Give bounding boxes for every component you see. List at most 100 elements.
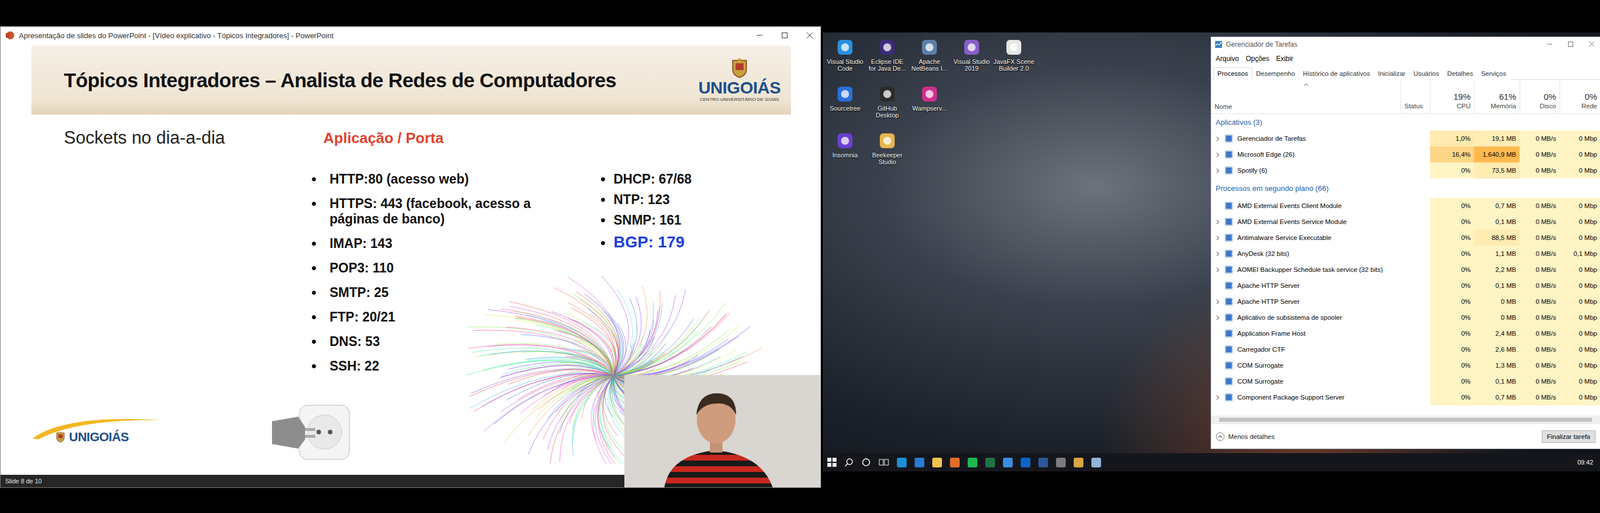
- desktop-icon[interactable]: Beekeeper Studio: [866, 131, 909, 179]
- process-row[interactable]: AOMEI Backupper Schedule task service (3…: [1211, 261, 1600, 278]
- port-item: HTTPS: 443 (facebook, acesso a páginas d…: [311, 196, 601, 227]
- chevron-right-icon[interactable]: [1215, 267, 1221, 273]
- taskbar-app-icon[interactable]: [985, 457, 996, 468]
- status-cell: [1400, 277, 1431, 294]
- taskbar-app-icon[interactable]: [967, 457, 978, 468]
- horizontal-scrollbar[interactable]: [1211, 415, 1600, 424]
- end-task-button[interactable]: Finalizar tarefa: [1541, 430, 1596, 444]
- taskbar-app-icon[interactable]: [932, 457, 942, 468]
- taskbar-app-icon[interactable]: [1038, 457, 1049, 468]
- status-cell: [1400, 229, 1431, 246]
- cpu-cell: 0%: [1430, 277, 1474, 294]
- cortana-icon[interactable]: [861, 457, 871, 467]
- ports-list: HTTP:80 (acesso web)HTTPS: 443 (facebook…: [308, 171, 601, 375]
- process-row[interactable]: Apache HTTP Server0%0,1 MB0 MB/s0 Mbp: [1211, 277, 1600, 294]
- disk-cell: 0 MB/s: [1519, 309, 1560, 326]
- tm-tab[interactable]: Serviços: [1476, 67, 1510, 80]
- tm-tab[interactable]: Histórico de aplicativos: [1298, 67, 1375, 80]
- column-header[interactable]: Nome: [1211, 79, 1401, 114]
- taskbar-app-icon[interactable]: [949, 457, 960, 468]
- windows-start-icon[interactable]: [827, 457, 837, 467]
- taskbar-app-icon[interactable]: [1056, 457, 1066, 468]
- desktop-icon[interactable]: GitHub Desktop: [866, 84, 909, 132]
- port-item: NTP: 123: [600, 192, 773, 208]
- menu-item[interactable]: Opções: [1245, 54, 1270, 63]
- desktop-icon[interactable]: Sourcetree: [823, 84, 867, 132]
- process-icon: [1224, 313, 1233, 322]
- process-row[interactable]: Component Package Support Server0%0,7 MB…: [1211, 389, 1600, 406]
- minimize-icon[interactable]: [756, 32, 763, 39]
- column-total: 0%: [1584, 91, 1598, 103]
- process-row[interactable]: Carregador CTF0%2,6 MB0 MB/s0 Mbp: [1211, 341, 1600, 358]
- close-icon[interactable]: [1589, 41, 1595, 47]
- status-cell: [1400, 373, 1431, 390]
- tm-title-bar: Gerenciador de Tarefas: [1211, 37, 1600, 52]
- process-row[interactable]: AMD External Events Service Module0%0,1 …: [1211, 213, 1600, 230]
- tm-tab[interactable]: Detalhes: [1443, 67, 1477, 80]
- desktop-icon[interactable]: Insomnia: [823, 131, 867, 179]
- tm-tab[interactable]: Desempenho: [1252, 67, 1299, 80]
- taskbar-app-icon[interactable]: [1002, 457, 1013, 468]
- process-row[interactable]: Gerenciador de Tarefas1,0%19,1 MB0 MB/s0…: [1211, 130, 1600, 147]
- desktop-icon[interactable]: Visual Studio Code: [823, 38, 867, 85]
- maximize-icon[interactable]: [781, 32, 788, 39]
- process-row[interactable]: Antimalware Service Executable0%88,5 MB0…: [1211, 229, 1600, 246]
- taskbar-app-icon[interactable]: [1073, 457, 1084, 468]
- process-row[interactable]: COM Surrogate0%1,3 MB0 MB/s0 Mbp: [1211, 357, 1600, 374]
- desktop-icon[interactable]: Apache NetBeans I...: [908, 38, 951, 85]
- cpu-cell: 0%: [1430, 245, 1474, 262]
- tm-tab[interactable]: Inicializar: [1374, 67, 1410, 80]
- taskbar-app-icon[interactable]: [896, 457, 907, 468]
- minimize-icon[interactable]: [1546, 41, 1553, 47]
- taskbar-app-icon[interactable]: [1020, 457, 1031, 468]
- menu-item[interactable]: Arquivo: [1215, 54, 1240, 63]
- cpu-cell: 0%: [1430, 229, 1474, 246]
- tm-footer: Menos detalhes Finalizar tarefa: [1211, 423, 1600, 449]
- tm-tab[interactable]: Usuários: [1409, 67, 1444, 80]
- desktop-icon[interactable]: Wampserv...: [908, 84, 951, 132]
- memory-cell: 2,4 MB: [1473, 325, 1520, 342]
- chevron-right-icon[interactable]: [1215, 251, 1221, 257]
- chevron-right-icon[interactable]: [1215, 235, 1221, 241]
- tm-tab[interactable]: Processos: [1213, 67, 1253, 80]
- process-name: Component Package Support Server: [1211, 389, 1401, 406]
- desktop-icon[interactable]: Eclipse IDE for Java De...: [866, 38, 909, 85]
- chevron-right-icon[interactable]: [1215, 168, 1221, 174]
- process-name: Gerenciador de Tarefas: [1211, 130, 1401, 147]
- close-icon[interactable]: [806, 32, 813, 39]
- process-row[interactable]: AMD External Events Client Module0%0,7 M…: [1211, 197, 1600, 214]
- process-row[interactable]: COM Surrogate0%0,1 MB0 MB/s0 Mbp: [1211, 373, 1600, 390]
- unigoias-logo: UNIGOIÁSCENTRO UNIVERSITÁRIO DE GOIÁS: [698, 58, 781, 103]
- chevron-right-icon[interactable]: [1215, 315, 1221, 321]
- column-header[interactable]: 61%Memória: [1473, 79, 1520, 114]
- process-row[interactable]: Microsoft Edge (26)16,4%1.640,9 MB0 MB/s…: [1211, 146, 1600, 163]
- process-row[interactable]: Aplicativo de subsistema de spooler0%0 M…: [1211, 309, 1600, 326]
- column-header[interactable]: 0%Rede: [1559, 79, 1600, 114]
- menu-item[interactable]: Exibir: [1276, 54, 1294, 63]
- column-header[interactable]: 19%CPU: [1430, 79, 1474, 114]
- cpu-cell: 0%: [1430, 162, 1474, 179]
- taskbar-app-icon[interactable]: [914, 457, 925, 468]
- process-row[interactable]: Apache HTTP Server0%0 MB0 MB/s0 Mbp: [1211, 293, 1600, 310]
- column-header[interactable]: Status: [1400, 79, 1431, 114]
- process-row[interactable]: Spotify (6)0%73,5 MB0 MB/s0 Mbp: [1211, 162, 1600, 179]
- desktop-icon[interactable]: JavaFX Scene Builder 2.0: [992, 38, 1035, 85]
- less-details-button[interactable]: Menos detalhes: [1215, 432, 1275, 442]
- chevron-up-icon[interactable]: [1303, 82, 1309, 88]
- chevron-right-icon[interactable]: [1215, 395, 1221, 401]
- chevron-right-icon[interactable]: [1215, 136, 1221, 142]
- desktop-icon[interactable]: Visual Studio 2019: [950, 38, 993, 85]
- chevron-right-icon[interactable]: [1215, 219, 1221, 225]
- taskbar-app-icon[interactable]: [1091, 457, 1102, 468]
- maximize-icon[interactable]: [1568, 41, 1574, 47]
- process-row[interactable]: Application Frame Host0%2,4 MB0 MB/s0 Mb…: [1211, 325, 1600, 342]
- status-cell: [1400, 309, 1431, 326]
- search-icon[interactable]: [844, 457, 854, 467]
- column-header[interactable]: 0%Disco: [1519, 79, 1560, 114]
- process-icon: [1224, 150, 1233, 159]
- process-row[interactable]: AnyDesk (32 bits)0%1,1 MB0 MB/s0,1 Mbp: [1211, 245, 1600, 262]
- port-item: DNS: 53: [311, 334, 601, 350]
- chevron-right-icon[interactable]: [1215, 152, 1221, 158]
- chevron-right-icon[interactable]: [1215, 299, 1221, 305]
- task-view-icon[interactable]: [878, 457, 889, 467]
